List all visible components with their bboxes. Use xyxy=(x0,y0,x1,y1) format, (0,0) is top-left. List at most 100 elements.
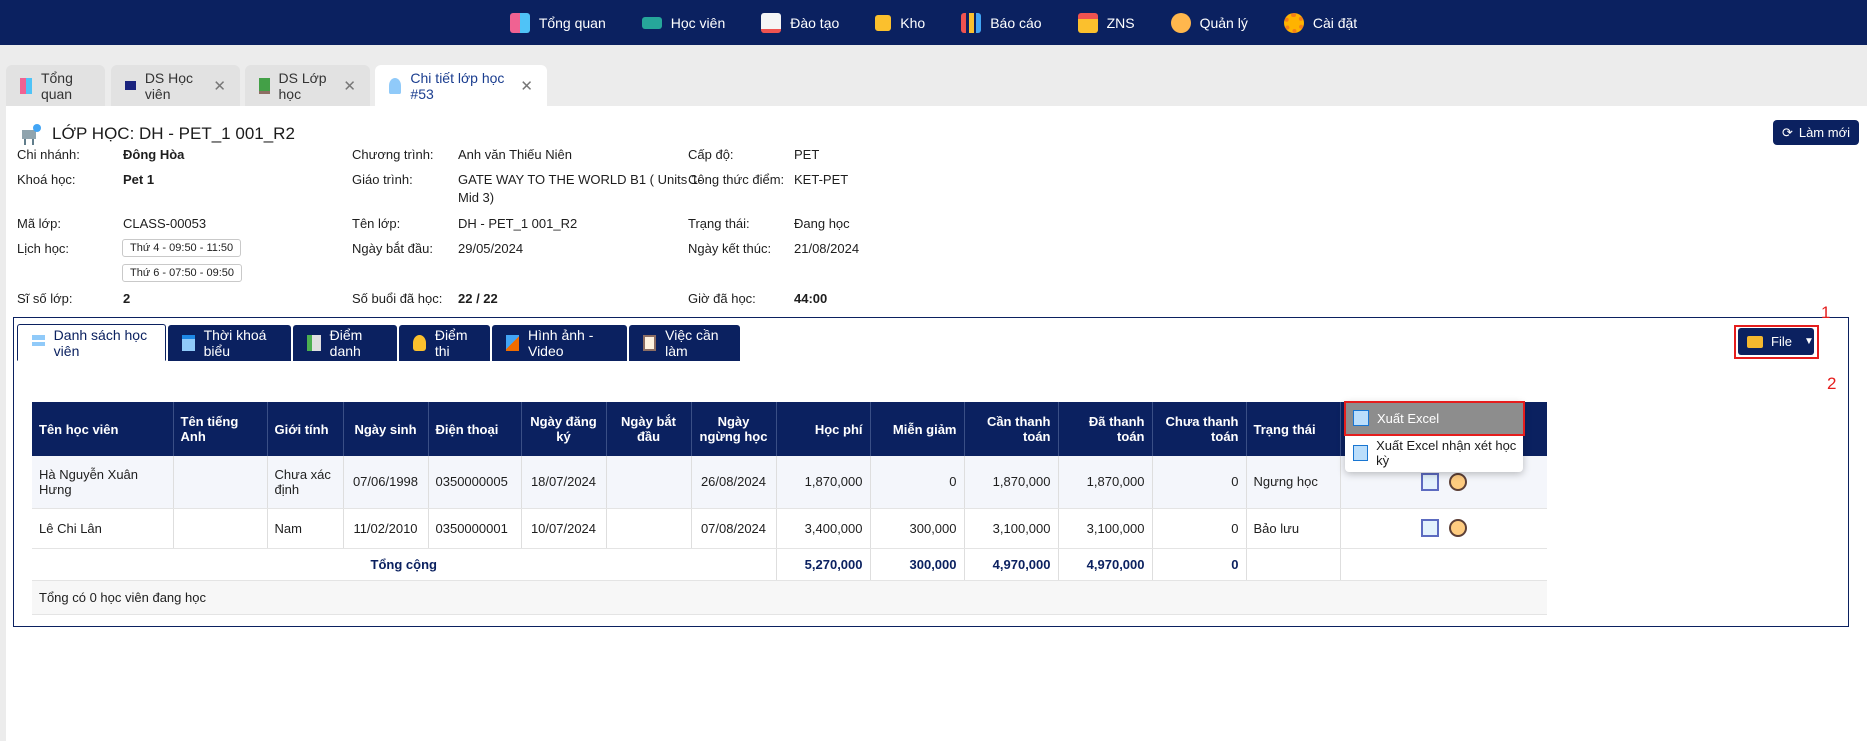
tab-student-list[interactable]: DS Học viên ✕ xyxy=(111,65,240,106)
cell-dob: 11/02/2010 xyxy=(343,508,429,549)
col-due[interactable]: Cần thanh toán xyxy=(964,402,1059,456)
total-due: 4,970,000 xyxy=(964,548,1059,581)
dashboard-icon xyxy=(20,77,32,94)
cell-name: Lê Chi Lân xyxy=(32,508,174,549)
close-icon[interactable]: ✕ xyxy=(343,77,356,95)
refresh-button[interactable]: ⟳ Làm mới xyxy=(1772,120,1859,145)
highlight-box xyxy=(1344,401,1525,436)
footer-text: Tổng có 0 học viên đang học xyxy=(32,580,1547,615)
nav-warehouse[interactable]: Kho xyxy=(857,0,943,45)
col-register-date[interactable]: Ngày đăng ký xyxy=(521,402,607,456)
cell-status: Ngưng học xyxy=(1246,456,1341,509)
start-date-value: 29/05/2024 xyxy=(458,241,524,256)
cell-register-date: 18/07/2024 xyxy=(521,456,607,509)
cell-start-date xyxy=(606,508,692,549)
col-fee[interactable]: Học phí xyxy=(776,402,871,456)
calendar-icon xyxy=(182,335,195,351)
end-date-value: 21/08/2024 xyxy=(794,241,860,256)
tab-attendance[interactable]: Điểm danh xyxy=(293,325,397,361)
col-paid[interactable]: Đã thanh toán xyxy=(1058,402,1153,456)
tab-student-list-content[interactable]: Danh sách học viên xyxy=(17,324,166,361)
nav-manage[interactable]: Quản lý xyxy=(1153,0,1266,45)
cell-fee: 3,400,000 xyxy=(776,508,871,549)
group-icon xyxy=(413,335,426,351)
close-icon[interactable]: ✕ xyxy=(213,77,226,95)
tab-media[interactable]: Hình ảnh - Video xyxy=(492,325,627,361)
tab-strip: Tổng quan DS Học viên ✕ DS Lớp học ✕ Chi t… xyxy=(0,45,1867,106)
nav-settings[interactable]: Cài đặt xyxy=(1266,0,1375,45)
cell-english-name xyxy=(173,508,268,549)
chart-icon xyxy=(961,12,982,33)
tab-todo[interactable]: Việc cần làm xyxy=(629,325,740,361)
top-navigation: Tổng quan Học viên Đào tạo Kho Báo cáo Z… xyxy=(0,0,1867,45)
total-fee: 5,270,000 xyxy=(776,548,871,581)
close-icon[interactable]: ✕ xyxy=(520,77,533,95)
code-label: Mã lớp: xyxy=(17,216,61,231)
board-icon xyxy=(259,77,270,94)
tab-exam-score[interactable]: Điểm thi xyxy=(399,325,490,361)
col-dob[interactable]: Ngày sinh xyxy=(343,402,429,456)
total-empty xyxy=(1246,548,1341,581)
cell-start-date xyxy=(606,456,692,509)
branch-value: Đông Hòa xyxy=(123,147,185,162)
col-start-date[interactable]: Ngày bắt đầu xyxy=(606,402,692,456)
page-title: LỚP HỌC: DH - PET_1 001_R2 xyxy=(20,122,295,146)
syllabus-value-line1: GATE WAY TO THE WORLD B1 ( Units 1- xyxy=(458,172,703,187)
col-unpaid[interactable]: Chưa thanh toán xyxy=(1152,402,1247,456)
level-value: PET xyxy=(794,147,820,162)
student-cap-icon xyxy=(125,81,136,90)
box-icon xyxy=(875,14,892,31)
support-icon[interactable] xyxy=(1448,472,1467,491)
review-icon[interactable] xyxy=(1420,472,1439,491)
size-label: Sĩ số lớp: xyxy=(17,291,73,306)
cell-stop-date: 26/08/2024 xyxy=(691,456,777,509)
program-label: Chương trình: xyxy=(352,147,434,162)
tab-overview[interactable]: Tổng quan xyxy=(6,65,105,106)
cell-gender: Chưa xác định xyxy=(267,456,344,509)
col-gender[interactable]: Giới tính xyxy=(267,402,344,456)
tab-timetable[interactable]: Thời khoá biểu xyxy=(168,325,291,361)
refresh-icon: ⟳ xyxy=(1781,124,1793,140)
col-name[interactable]: Tên học viên xyxy=(32,402,174,456)
attendance-icon xyxy=(307,335,321,351)
cell-discount: 300,000 xyxy=(870,508,965,549)
total-discount: 300,000 xyxy=(870,548,965,581)
schedule-label: Lịch học: xyxy=(17,241,70,256)
hours-value: 44:00 xyxy=(794,291,828,306)
table-header-row: Tên học viên Tên tiếng Anh Giới tính Ngà… xyxy=(32,402,1547,456)
cell-status: Bảo lưu xyxy=(1246,508,1341,549)
support-icon[interactable] xyxy=(1448,519,1467,537)
course-value: Pet 1 xyxy=(123,172,155,187)
size-value: 2 xyxy=(123,291,131,306)
col-stop-date[interactable]: Ngày ngừng học xyxy=(691,402,777,456)
code-value: CLASS-00053 xyxy=(123,216,207,231)
nav-dashboard[interactable]: Tổng quan xyxy=(492,0,624,45)
schedule-badge: Thứ 4 - 09:50 - 11:50 xyxy=(122,239,242,257)
cell-name: Hà Nguyễn Xuân Hưng xyxy=(32,456,174,509)
formula-value: KET-PET xyxy=(794,172,849,187)
tab-class-list[interactable]: DS Lớp học ✕ xyxy=(245,65,370,106)
col-phone[interactable]: Điện thoại xyxy=(428,402,522,456)
col-discount[interactable]: Miễn giảm xyxy=(870,402,965,456)
total-row: Tổng cộng 5,270,000 300,000 4,970,000 4,… xyxy=(32,548,1547,581)
cell-stop-date: 07/08/2024 xyxy=(691,508,777,549)
cell-discount: 0 xyxy=(870,456,965,509)
review-icon[interactable] xyxy=(1420,519,1439,537)
cell-dob: 07/06/1998 xyxy=(343,456,429,509)
col-status[interactable]: Trạng thái xyxy=(1246,402,1341,456)
table-row: Hà Nguyễn Xuân Hưng Chưa xác định 07/06/… xyxy=(32,456,1547,509)
nav-training[interactable]: Đào tạo xyxy=(743,0,857,45)
export-review-item[interactable]: Xuất Excel nhận xét học kỳ xyxy=(1345,438,1523,468)
schedule-badge: Thứ 6 - 07:50 - 09:50 xyxy=(122,264,242,282)
cell-paid: 3,100,000 xyxy=(1058,508,1153,549)
cell-unpaid: 0 xyxy=(1152,456,1247,509)
nav-students[interactable]: Học viên xyxy=(624,0,743,45)
nav-zns[interactable]: ZNS xyxy=(1060,0,1153,45)
hours-label: Giờ đã học: xyxy=(688,291,756,306)
table-row: Lê Chi Lân Nam 11/02/2010 0350000001 10/… xyxy=(32,508,1547,549)
nav-reports[interactable]: Báo cáo xyxy=(943,0,1059,45)
col-english-name[interactable]: Tên tiếng Anh xyxy=(173,402,268,456)
syllabus-label: Giáo trình: xyxy=(352,172,413,187)
tab-class-detail[interactable]: Chi tiết lớp học #53 ✕ xyxy=(375,65,547,106)
cell-register-date: 10/07/2024 xyxy=(521,508,607,549)
